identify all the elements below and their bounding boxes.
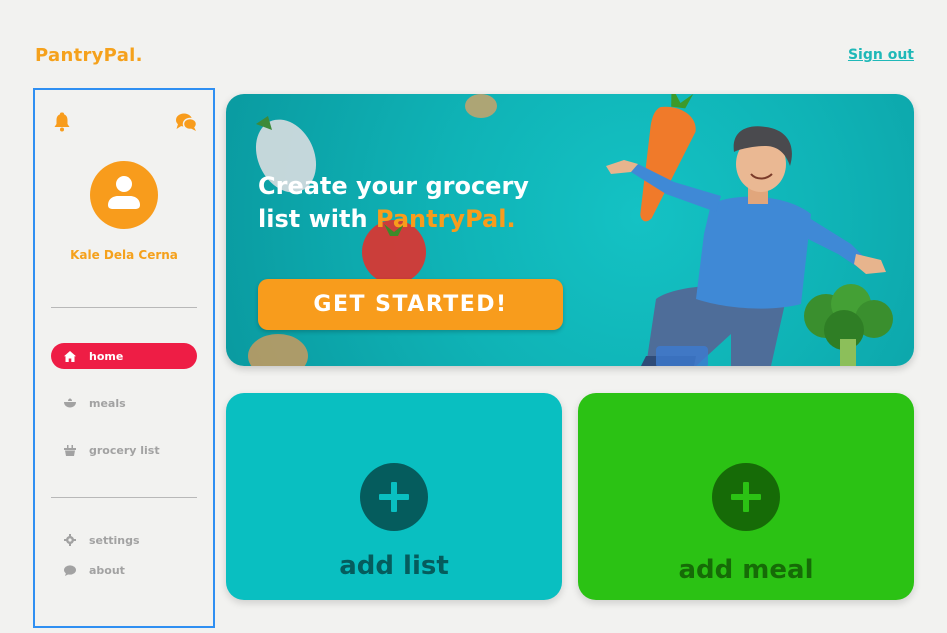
sidebar-item-label: settings — [89, 533, 140, 547]
chat-icon[interactable] — [175, 112, 198, 136]
hero-title-line2: list with PantryPal. — [258, 203, 578, 236]
hero-title: Create your grocery list with PantryPal. — [258, 170, 578, 236]
hero-banner: Create your grocery list with PantryPal.… — [226, 94, 914, 366]
add-list-label: add list — [339, 551, 449, 581]
avatar[interactable] — [90, 161, 158, 229]
sidebar-item-meals[interactable]: meals — [51, 390, 197, 416]
sidebar-divider — [51, 497, 197, 498]
sidebar-item-label: meals — [89, 396, 126, 410]
hero-title-prefix: list with — [258, 205, 376, 233]
user-name: Kale Dela Cerna — [70, 248, 178, 262]
sidebar-item-label: home — [89, 349, 124, 363]
hero-title-line1: Create your grocery — [258, 172, 529, 200]
hero-title-brand: PantryPal. — [375, 205, 516, 233]
sign-out-link[interactable]: Sign out — [848, 47, 914, 63]
sidebar-divider — [51, 307, 197, 308]
get-started-button[interactable]: GET STARTED! — [258, 279, 563, 330]
sidebar-top-icons — [53, 112, 198, 136]
carrot-illustration — [640, 94, 696, 222]
sidebar-item-about[interactable]: about — [51, 557, 197, 583]
add-meal-label: add meal — [678, 555, 814, 585]
brand-logo: PantryPal. — [35, 45, 143, 66]
sidebar-item-label: about — [89, 563, 125, 577]
sidebar-item-grocery-list[interactable]: grocery list — [51, 437, 197, 463]
plus-icon[interactable] — [712, 463, 780, 531]
add-meal-card[interactable]: add meal — [578, 393, 914, 600]
broccoli-illustration — [804, 284, 893, 366]
sidebar-item-home[interactable]: home — [51, 343, 197, 369]
gear-icon — [63, 534, 77, 546]
bowl-icon — [63, 398, 77, 408]
sidebar-item-label: grocery list — [89, 443, 160, 457]
plus-icon[interactable] — [360, 463, 428, 531]
user-icon — [108, 176, 140, 209]
sidebar: Kale Dela Cerna home meals grocery list … — [33, 88, 215, 628]
basket-icon — [63, 444, 77, 456]
home-icon — [63, 350, 77, 362]
add-list-card[interactable]: add list — [226, 393, 562, 600]
speech-icon — [63, 564, 77, 576]
sidebar-item-settings[interactable]: settings — [51, 527, 197, 553]
bell-icon[interactable] — [53, 112, 71, 136]
